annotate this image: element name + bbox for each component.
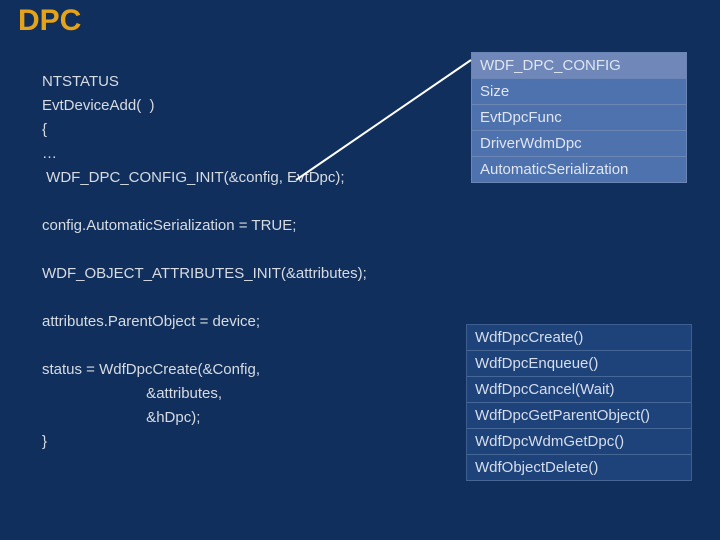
page-title: DPC [18,4,81,38]
struct-row: AutomaticSerialization [472,157,686,183]
struct-row: EvtDpcFunc [472,105,686,131]
struct-row: DriverWdmDpc [472,131,686,157]
struct-header: WDF_DPC_CONFIG [472,53,686,79]
code-block: NTSTATUS EvtDeviceAdd( ) { … WDF_DPC_CON… [42,70,367,454]
function-row: WdfDpcEnqueue() [467,351,691,377]
struct-table: WDF_DPC_CONFIG Size EvtDpcFunc DriverWdm… [471,52,687,183]
struct-row: Size [472,79,686,105]
function-row: WdfDpcCancel(Wait) [467,377,691,403]
function-row: WdfObjectDelete() [467,455,691,481]
function-row: WdfDpcCreate() [467,325,691,351]
function-table: WdfDpcCreate() WdfDpcEnqueue() WdfDpcCan… [466,324,692,481]
function-row: WdfDpcWdmGetDpc() [467,429,691,455]
function-row: WdfDpcGetParentObject() [467,403,691,429]
